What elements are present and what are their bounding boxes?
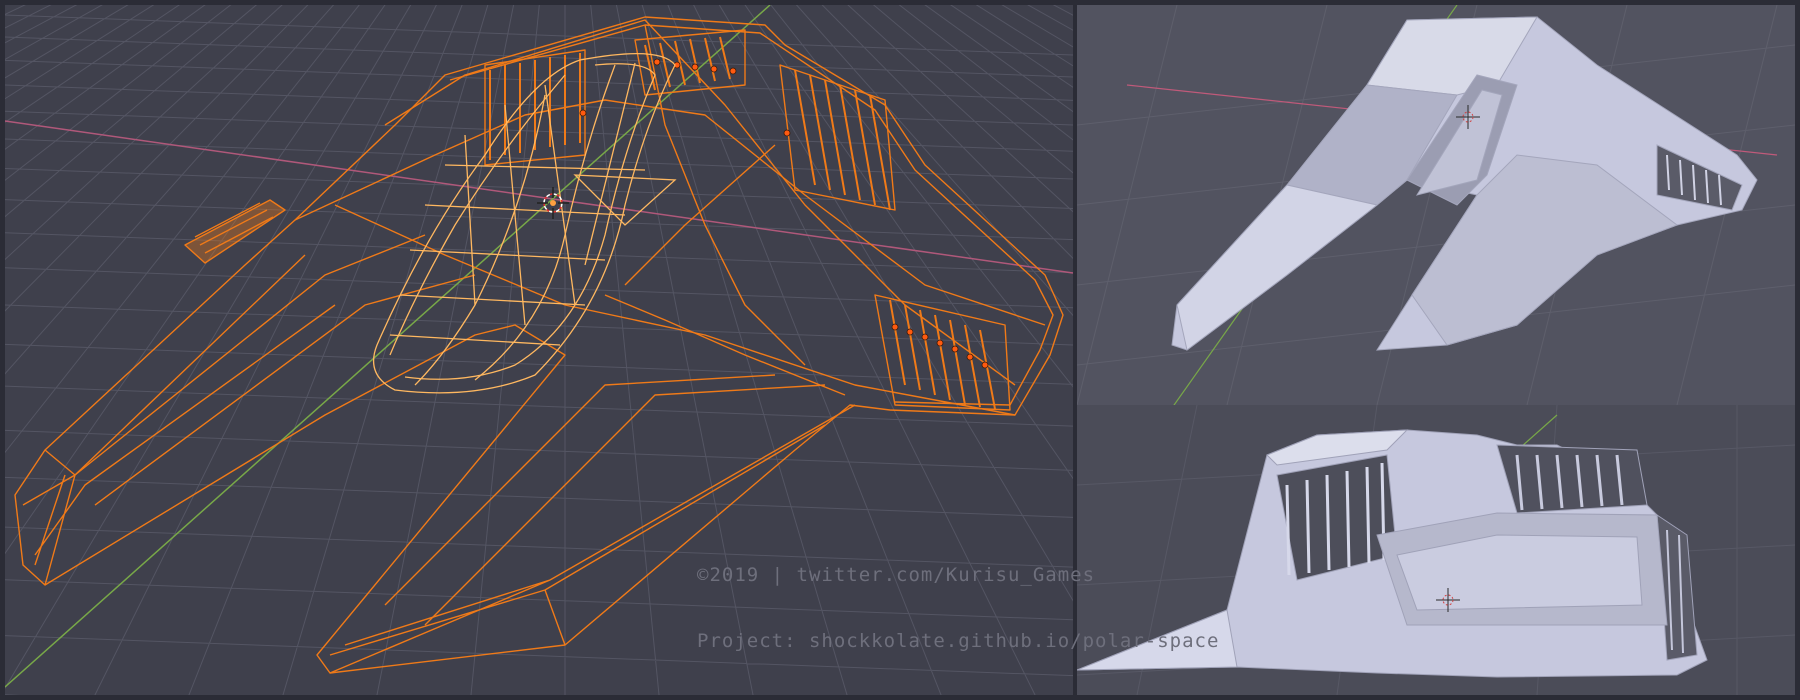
- solid-front-viewport[interactable]: [1077, 405, 1795, 695]
- wireframe-viewport[interactable]: [5, 5, 1073, 695]
- solid-top-viewport[interactable]: [1077, 5, 1795, 405]
- solid-front-scene: [1077, 405, 1795, 695]
- render-frame: ©2019 | twitter.com/Kurisu_Games Project…: [0, 0, 1800, 700]
- ship-solid-top[interactable]: [1171, 16, 1758, 351]
- origin-cursor-icon: [537, 187, 569, 219]
- ship-solid-front[interactable]: [1077, 429, 1708, 678]
- solid-top-scene: [1077, 5, 1795, 405]
- ship-wireframe[interactable]: [14, 16, 1064, 674]
- wireframe-scene: [5, 5, 1073, 695]
